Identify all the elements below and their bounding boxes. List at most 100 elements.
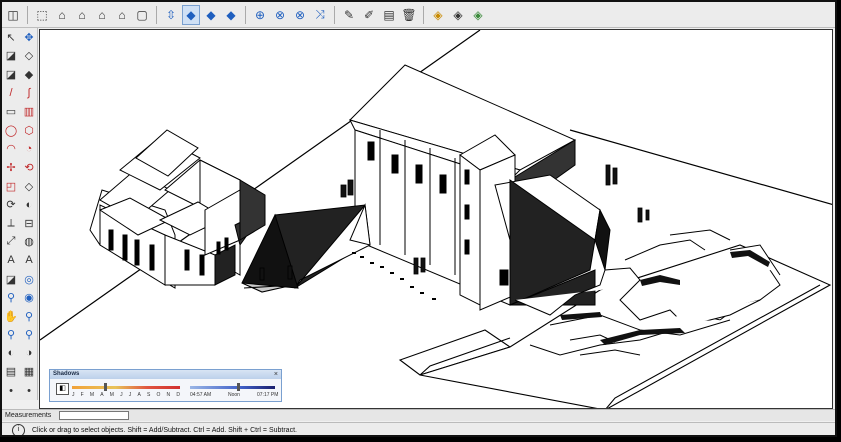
- rotate-icon[interactable]: ⟲: [20, 158, 38, 177]
- tape-measure-icon[interactable]: ◪: [2, 270, 20, 289]
- paint-bucket-icon[interactable]: ◪: [2, 47, 20, 66]
- axes-icon[interactable]: ⟂: [2, 214, 20, 233]
- time-start-label: 04:57 AM: [190, 392, 212, 398]
- more-tools-icon[interactable]: •: [2, 381, 20, 400]
- month-label: N: [166, 392, 171, 398]
- shadow-toggle-icon[interactable]: ◧: [56, 383, 69, 395]
- back-view-icon[interactable]: ⌂: [113, 5, 131, 25]
- offset-icon[interactable]: ◇: [20, 177, 38, 196]
- month-label: A: [137, 392, 141, 398]
- shaded-style-icon[interactable]: ◆: [222, 5, 240, 25]
- rectangle-icon[interactable]: ▭: [2, 102, 20, 121]
- arc-icon[interactable]: ◠: [2, 140, 20, 159]
- dimension-icon[interactable]: ▤: [380, 5, 398, 25]
- eraser-icon[interactable]: ◇: [20, 47, 38, 66]
- zoom-extents-tool-icon[interactable]: ⚲: [20, 326, 38, 345]
- month-label: D: [176, 392, 180, 398]
- status-text: Click or drag to select objects. Shift =…: [32, 426, 297, 434]
- more-tools-icon-2[interactable]: •: [20, 381, 38, 400]
- trash-icon[interactable]: 🗑: [400, 5, 418, 25]
- get-models-icon[interactable]: ◫: [4, 5, 22, 25]
- components-icon[interactable]: ◈: [429, 5, 447, 25]
- 3d-text-icon[interactable]: A: [20, 251, 38, 270]
- main-toolbar: ◫ ⬚ ⌂ ⌂ ⌂ ⌂ ▢ ⇳ ◆ ◆ ◆ ⊕ ⊗ ⊗ ⤨ ✎ ✐ ▤ 🗑 ◈ ◈ ◈: [2, 2, 835, 28]
- right-view-icon[interactable]: ⌂: [93, 5, 111, 25]
- time-slider-thumb[interactable]: [236, 383, 240, 391]
- month-label: J: [128, 392, 132, 398]
- dome-church: [89, 129, 266, 289]
- zoom-extents-icon[interactable]: ⊗: [291, 5, 309, 25]
- pan-icon[interactable]: ✋: [2, 307, 20, 326]
- measurements-label: Measurements: [5, 412, 52, 419]
- xray-style-icon[interactable]: ⇳: [162, 5, 180, 25]
- orbit-icon[interactable]: ✥: [20, 28, 38, 47]
- hidden-line-style-icon[interactable]: ◆: [202, 5, 220, 25]
- scale-icon[interactable]: ◰: [2, 177, 20, 196]
- zoom-window-tool-icon[interactable]: ⚲: [2, 326, 20, 345]
- model-scene: [40, 30, 832, 408]
- text-label-icon[interactable]: ✐: [360, 5, 378, 25]
- front-view-icon[interactable]: ⌂: [73, 5, 91, 25]
- fog-icon[interactable]: ▦: [20, 363, 38, 382]
- followme-alt-icon[interactable]: ◐: [20, 195, 38, 214]
- measurements-bar: Measurements: [2, 409, 835, 421]
- pie-icon[interactable]: ◔: [20, 140, 38, 159]
- status-bar: i Click or drag to select objects. Shift…: [2, 422, 835, 435]
- zoom-window-icon[interactable]: ⊗: [271, 5, 289, 25]
- display-section-icon[interactable]: ◑: [20, 344, 38, 363]
- toolbar-separator: [423, 5, 424, 24]
- freehand-icon[interactable]: ∫: [20, 84, 38, 103]
- shadows-title: Shadows: [50, 370, 281, 379]
- model-viewport[interactable]: [39, 29, 833, 409]
- look-around-icon[interactable]: ◉: [20, 288, 38, 307]
- zoom-icon[interactable]: ⊕: [251, 5, 269, 25]
- text-tool-icon[interactable]: A: [2, 251, 20, 270]
- push-pull-icon[interactable]: ◆: [20, 65, 38, 84]
- tools-palette: ↖ ✥ ◪ ◇ ◪ ◆ / ∫ ▭ ▥ ◯ ⬡ ◠ ◔ ✢ ⟲ ◰ ◇ ⟳ ◐ ⟂ ⊟ ⤢ ◍ A A ◪ ◎ ⚲ ◉ ✋ ⚲ ⚲ ⚲ ◐ ◑ ▤ ▦ • •: [2, 28, 38, 400]
- select-icon[interactable]: ↖: [2, 28, 20, 47]
- warehouse-icon[interactable]: ◈: [469, 5, 487, 25]
- month-label: O: [156, 392, 161, 398]
- dimension-tool-icon[interactable]: ⤢: [2, 233, 20, 252]
- tape-icon[interactable]: ◪: [2, 65, 20, 84]
- iso-view-icon[interactable]: ⬚: [33, 5, 51, 25]
- toolbar-separator: [27, 5, 28, 24]
- zoom-tool-icon[interactable]: ⚲: [20, 307, 38, 326]
- shadows-panel: Shadows × ◧ JFMAMJJASOND 04:57 AM Noon 0…: [49, 369, 282, 402]
- measurements-input[interactable]: [59, 411, 129, 420]
- left-view-icon[interactable]: ▢: [133, 5, 151, 25]
- month-label: S: [146, 392, 151, 398]
- follow-me-icon[interactable]: ⟳: [2, 195, 20, 214]
- previous-view-icon[interactable]: ⤨: [311, 5, 329, 25]
- section-icon[interactable]: ⊟: [20, 214, 38, 233]
- materials-icon[interactable]: ◈: [449, 5, 467, 25]
- month-label: M: [109, 392, 114, 398]
- close-icon[interactable]: ×: [274, 370, 278, 379]
- month-label: M: [89, 392, 95, 398]
- toolbar-separator: [156, 5, 157, 24]
- info-icon[interactable]: i: [12, 423, 25, 435]
- walk-icon[interactable]: ⚲: [2, 288, 20, 307]
- month-slider[interactable]: [72, 386, 180, 389]
- position-camera-icon[interactable]: ◎: [20, 270, 38, 289]
- time-end-label: 07:17 PM: [257, 392, 279, 398]
- circle-icon[interactable]: ◯: [2, 121, 20, 140]
- main-cathedral: [241, 64, 611, 311]
- time-slider[interactable]: [190, 386, 275, 389]
- rotated-rect-icon[interactable]: ▥: [20, 102, 38, 121]
- top-view-icon[interactable]: ⌂: [53, 5, 71, 25]
- month-label: F: [80, 392, 84, 398]
- protractor-icon[interactable]: ◍: [20, 233, 38, 252]
- wireframe-style-icon[interactable]: ◆: [182, 4, 200, 25]
- pencil-line-icon[interactable]: ✎: [340, 5, 358, 25]
- month-label: A: [100, 392, 104, 398]
- move-icon[interactable]: ✢: [2, 158, 20, 177]
- shadow-icon[interactable]: ▤: [2, 363, 20, 382]
- section-fill-icon[interactable]: ◐: [2, 344, 20, 363]
- line-icon[interactable]: /: [2, 84, 20, 103]
- polygon-icon[interactable]: ⬡: [20, 121, 38, 140]
- month-label: J: [120, 392, 123, 398]
- toolbar-separator: [245, 5, 246, 24]
- month-slider-thumb[interactable]: [104, 383, 108, 391]
- month-labels: JFMAMJJASOND: [72, 392, 180, 398]
